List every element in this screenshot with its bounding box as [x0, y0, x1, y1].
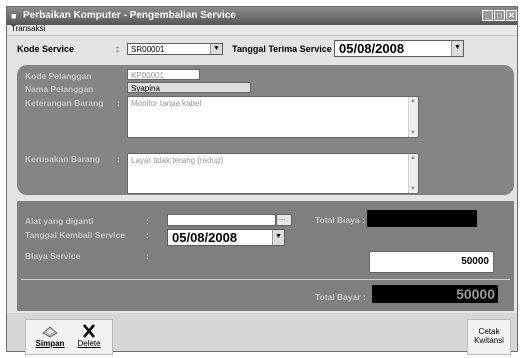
alat-diganti-field[interactable]: [167, 214, 276, 226]
total-biaya-display: [367, 210, 477, 227]
biaya-service-label: Biaya Service: [25, 251, 81, 261]
kerusakan-barang-textarea[interactable]: Layar tidak terang (redup) ▲ ▼: [127, 153, 419, 194]
menu-item-transaksi[interactable]: Transaksi: [11, 24, 45, 33]
kerusakan-colon: :: [117, 154, 120, 164]
scroll-down-icon[interactable]: ▼: [410, 130, 416, 136]
chevron-down-icon[interactable]: ▼: [451, 41, 463, 56]
tanggal-terima-label: Tanggal Terima Service :: [232, 44, 338, 54]
scroll-up-icon[interactable]: ▲: [410, 155, 416, 161]
divider: [21, 279, 510, 280]
action-button-group: Simpan Delete: [25, 319, 113, 355]
keterangan-barang-label: Keterangan Barang: [25, 98, 104, 108]
total-bayar-label: Total Bayar :: [315, 292, 366, 302]
nama-pelanggan-label: Nama Pelanggan: [25, 84, 94, 94]
title-bar: ■ Perbaikan Komputer - Pengembalian Serv…: [7, 7, 517, 25]
window-title: Perbaikan Komputer - Pengembalian Servic…: [23, 10, 236, 21]
biaya-service-field[interactable]: 50000: [369, 251, 494, 273]
delete-x-icon: [83, 324, 95, 338]
delete-button[interactable]: Delete: [72, 323, 106, 348]
delete-label: Delete: [77, 339, 101, 348]
scroll-down-icon[interactable]: ▼: [410, 186, 416, 192]
nama-pelanggan-field[interactable]: Syapina: [127, 82, 251, 93]
keterangan-colon: :: [117, 98, 120, 108]
alat-colon: :: [146, 216, 149, 226]
kode-service-colon: :: [116, 44, 119, 54]
tanggal-kembali-label: Tanggal Kembali Service: [25, 230, 125, 240]
kode-service-value: SR00001: [131, 45, 165, 54]
tanggal-terima-datepicker[interactable]: 05/08/2008 ▼: [334, 40, 464, 57]
kerusakan-scrollbar[interactable]: ▲ ▼: [408, 154, 418, 193]
chevron-down-icon[interactable]: ▼: [272, 230, 284, 245]
total-bayar-display: 50000: [372, 285, 498, 303]
tanggal-kembali-datepicker[interactable]: 05/08/2008 ▼: [167, 229, 285, 246]
kode-service-label: Kode Service: [17, 44, 75, 54]
simpan-label: Simpan: [35, 339, 65, 348]
kerusakan-barang-value: Layar tidak terang (redup): [131, 156, 224, 165]
alat-diganti-label: Alat yang diganti: [25, 216, 94, 226]
tanggal-kembali-value: 05/08/2008: [172, 230, 238, 245]
main-window: ■ Perbaikan Komputer - Pengembalian Serv…: [6, 6, 518, 355]
keterangan-scrollbar[interactable]: ▲ ▼: [408, 97, 418, 137]
customer-panel: Kode Pelanggan KP00001 Nama Pelanggan Sy…: [17, 65, 514, 195]
app-icon: ■: [11, 11, 17, 21]
biaya-colon: :: [146, 251, 149, 261]
browse-button[interactable]: ....: [276, 214, 292, 226]
cetak-kwitansi-button[interactable]: Cetak Kwitansi: [467, 319, 511, 355]
service-panel: Alat yang diganti : .... Total Biaya : T…: [17, 201, 514, 311]
kode-service-combo[interactable]: SR00001 ▼: [127, 43, 223, 55]
kode-pelanggan-label: Kode Pelanggan: [25, 71, 92, 81]
menu-bar: Transaksi: [7, 24, 517, 36]
total-bayar-value: 50000: [456, 286, 495, 302]
keterangan-barang-value: Monitor tanpa kabel: [131, 99, 202, 108]
close-button[interactable]: ✕: [506, 10, 517, 21]
simpan-button[interactable]: Simpan: [32, 323, 68, 348]
chevron-down-icon[interactable]: ▼: [210, 44, 222, 54]
tanggal-kembali-colon: :: [146, 230, 149, 240]
footer-bar: Simpan Delete Cetak Kwitansi: [7, 313, 517, 355]
keterangan-barang-textarea[interactable]: Monitor tanpa kabel ▲ ▼: [127, 96, 419, 138]
minimize-button[interactable]: _: [482, 10, 493, 21]
tanggal-terima-value: 05/08/2008: [339, 41, 405, 56]
save-disk-icon: [42, 326, 58, 338]
kerusakan-barang-label: Kerusakan Barang: [25, 154, 101, 164]
total-biaya-label: Total Biaya :: [315, 215, 365, 225]
cetak-kwitansi-label: Cetak Kwitansi: [474, 327, 504, 345]
maximize-button[interactable]: □: [494, 10, 505, 21]
scroll-up-icon[interactable]: ▲: [410, 98, 416, 104]
kode-pelanggan-field[interactable]: KP00001: [127, 69, 200, 80]
